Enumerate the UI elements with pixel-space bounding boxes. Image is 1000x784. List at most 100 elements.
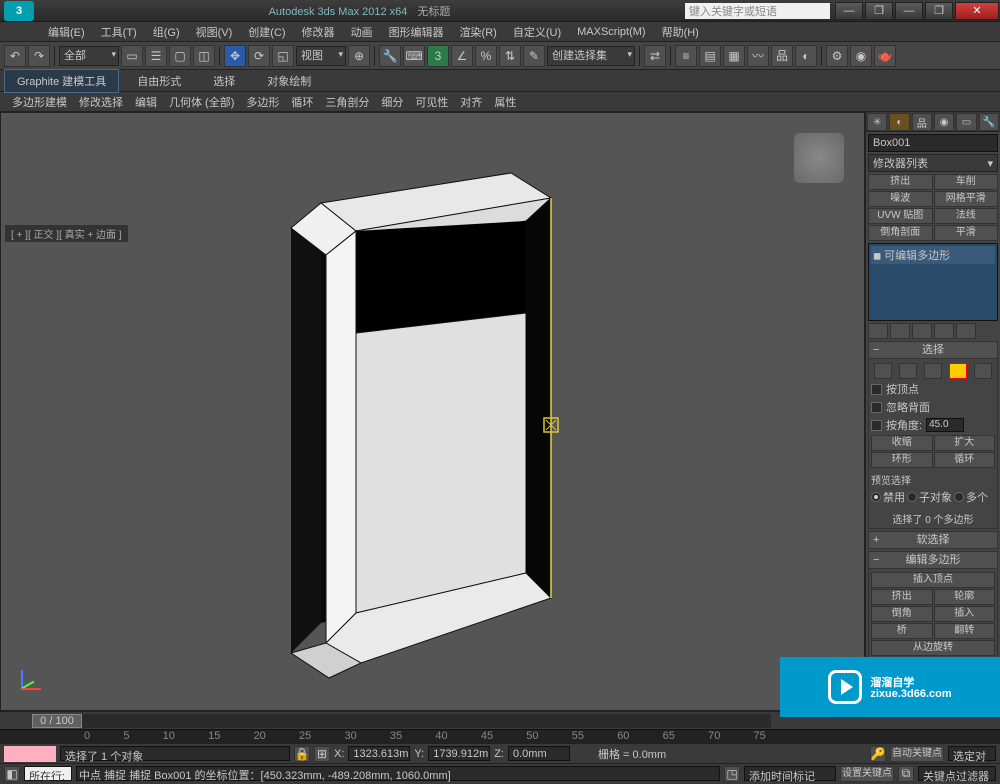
render-production-button[interactable]: 🫖 <box>874 45 896 67</box>
ribbon-tab-freeform[interactable]: 自由形式 <box>123 70 195 92</box>
key-filters-button[interactable]: 关键点过滤器 <box>918 766 996 781</box>
subobj-polygon-icon[interactable] <box>949 363 967 379</box>
status-color-swatch[interactable] <box>4 746 56 762</box>
layer-manager-button[interactable]: ▤ <box>699 45 721 67</box>
subobj-border-icon[interactable] <box>924 363 942 379</box>
viewport-label[interactable]: [ + ][ 正交 ][ 真实 + 边面 ] <box>5 225 128 242</box>
stack-item-editablepoly[interactable]: ◼ 可编辑多边形 <box>871 246 995 264</box>
maximize-button[interactable]: ❐ <box>865 2 893 20</box>
auto-key-button[interactable]: 自动关键点 <box>890 746 944 762</box>
mod-uvwmap-button[interactable]: UVW 贴图 <box>868 208 933 224</box>
menu-help[interactable]: 帮助(H) <box>654 24 707 40</box>
panel-visibility[interactable]: 可见性 <box>409 94 454 110</box>
minimize-button[interactable]: — <box>835 2 863 20</box>
add-time-tag-button[interactable]: 添加时间标记 <box>744 766 836 781</box>
extrude-button[interactable]: 挤出 <box>871 589 933 605</box>
mod-smooth-button[interactable]: 平滑 <box>934 225 999 241</box>
key-mode-toggle-icon[interactable]: 🔑 <box>870 746 886 762</box>
tab-create-icon[interactable]: ✳ <box>867 113 887 131</box>
undo-button[interactable]: ↶ <box>4 45 26 67</box>
mod-bevelprofile-button[interactable]: 倒角剖面 <box>868 225 933 241</box>
track-bar[interactable]: 0510 152025 303540 455055 606570 75 <box>0 729 1000 743</box>
preview-subobj-radio[interactable] <box>907 492 917 502</box>
tab-utilities-icon[interactable]: 🔧 <box>979 113 999 131</box>
loop-button[interactable]: 循环 <box>934 452 996 468</box>
panel-geometry[interactable]: 几何体 (全部) <box>163 94 240 110</box>
panel-edit[interactable]: 编辑 <box>129 94 163 110</box>
by-vertex-checkbox[interactable] <box>871 384 882 395</box>
configure-sets-icon[interactable] <box>956 323 976 339</box>
panel-polygons[interactable]: 多边形 <box>240 94 285 110</box>
select-move-button[interactable]: ✥ <box>224 45 246 67</box>
inset-button[interactable]: 插入 <box>934 606 996 622</box>
preview-off-radio[interactable] <box>871 492 881 502</box>
coord-x-field[interactable]: 1323.613m <box>348 746 410 761</box>
select-scale-button[interactable]: ◱ <box>272 45 294 67</box>
menu-views[interactable]: 视图(V) <box>188 24 241 40</box>
menu-grapheditors[interactable]: 图形编辑器 <box>381 24 452 40</box>
ignore-backfacing-checkbox[interactable] <box>871 402 882 413</box>
spinner-snap-button[interactable]: ⇅ <box>499 45 521 67</box>
coord-z-field[interactable]: 0.0mm <box>508 746 570 761</box>
set-key-button[interactable]: 设置关键点 <box>840 766 894 782</box>
ribbon-tab-objectpaint[interactable]: 对象绘制 <box>253 70 325 92</box>
menu-animation[interactable]: 动画 <box>343 24 381 40</box>
graphite-toggle-button[interactable]: ▦ <box>723 45 745 67</box>
absolute-mode-icon[interactable]: ⊞ <box>314 746 330 762</box>
lock-selection-icon[interactable]: 🔒 <box>294 746 310 762</box>
manipulate-button[interactable]: 🔧 <box>379 45 401 67</box>
comm-center-icon[interactable]: ◳ <box>724 766 740 782</box>
pivot-center-button[interactable]: ⊕ <box>348 45 370 67</box>
selection-filter-combo[interactable]: 全部 <box>59 46 119 66</box>
curve-editor-button[interactable]: 〰 <box>747 45 769 67</box>
menu-group[interactable]: 组(G) <box>145 24 188 40</box>
rollout-editpoly-header[interactable]: 编辑多边形 <box>868 551 998 569</box>
ribbon-tab-graphite[interactable]: Graphite 建模工具 <box>4 69 119 93</box>
bridge-button[interactable]: 桥 <box>871 623 933 639</box>
scene-object-box001[interactable] <box>281 143 601 683</box>
schematic-view-button[interactable]: 品 <box>771 45 793 67</box>
panel-polymodel[interactable]: 多边形建模 <box>6 94 73 110</box>
mod-extrude-button[interactable]: 挤出 <box>868 174 933 190</box>
preview-multi-radio[interactable] <box>954 492 964 502</box>
angle-snap-button[interactable]: ∠ <box>451 45 473 67</box>
make-unique-icon[interactable] <box>912 323 932 339</box>
by-angle-checkbox[interactable] <box>871 420 882 431</box>
mod-normal-button[interactable]: 法线 <box>934 208 999 224</box>
menu-create[interactable]: 创建(C) <box>240 24 293 40</box>
rect-region-button[interactable]: ▢ <box>169 45 191 67</box>
app-icon[interactable]: 3 <box>4 1 34 21</box>
panel-subdiv[interactable]: 细分 <box>375 94 409 110</box>
panel-properties[interactable]: 属性 <box>488 94 522 110</box>
remove-modifier-icon[interactable] <box>934 323 954 339</box>
menu-modifiers[interactable]: 修改器 <box>294 24 343 40</box>
rollout-softselection-header[interactable]: 软选择 <box>868 531 998 549</box>
select-by-name-button[interactable]: ☰ <box>145 45 167 67</box>
window-crossing-button[interactable]: ◫ <box>193 45 215 67</box>
hinge-from-edge-button[interactable]: 从边旋转 <box>871 640 995 656</box>
show-end-result-icon[interactable] <box>890 323 910 339</box>
tab-motion-icon[interactable]: ◉ <box>934 113 954 131</box>
mod-lathe-button[interactable]: 车削 <box>934 174 999 190</box>
keyboard-shortcut-button[interactable]: ⌨ <box>403 45 425 67</box>
help-search-input[interactable]: 键入关键字或短语 <box>685 3 830 19</box>
insert-vertex-button[interactable]: 插入顶点 <box>871 572 995 588</box>
tab-modify-icon[interactable]: ◐ <box>889 113 909 131</box>
edit-named-sel-button[interactable]: ✎ <box>523 45 545 67</box>
material-editor-button[interactable]: ◐ <box>795 45 817 67</box>
key-filters-icon[interactable]: ⧉ <box>898 766 914 782</box>
select-rotate-button[interactable]: ⟳ <box>248 45 270 67</box>
mod-noise-button[interactable]: 噪波 <box>868 191 933 207</box>
ribbon-tab-selection[interactable]: 选择 <box>199 70 249 92</box>
tab-display-icon[interactable]: ▭ <box>956 113 976 131</box>
menu-rendering[interactable]: 渲染(R) <box>452 24 505 40</box>
render-setup-button[interactable]: ⚙ <box>826 45 848 67</box>
bevel-button[interactable]: 倒角 <box>871 606 933 622</box>
menu-tools[interactable]: 工具(T) <box>93 24 145 40</box>
ring-button[interactable]: 环形 <box>871 452 933 468</box>
pin-stack-icon[interactable] <box>868 323 888 339</box>
modifier-stack[interactable]: ◼ 可编辑多边形 <box>868 243 998 321</box>
named-selection-combo[interactable]: 创建选择集 <box>547 46 635 66</box>
subobj-edge-icon[interactable] <box>899 363 917 379</box>
select-object-button[interactable]: ▭ <box>121 45 143 67</box>
